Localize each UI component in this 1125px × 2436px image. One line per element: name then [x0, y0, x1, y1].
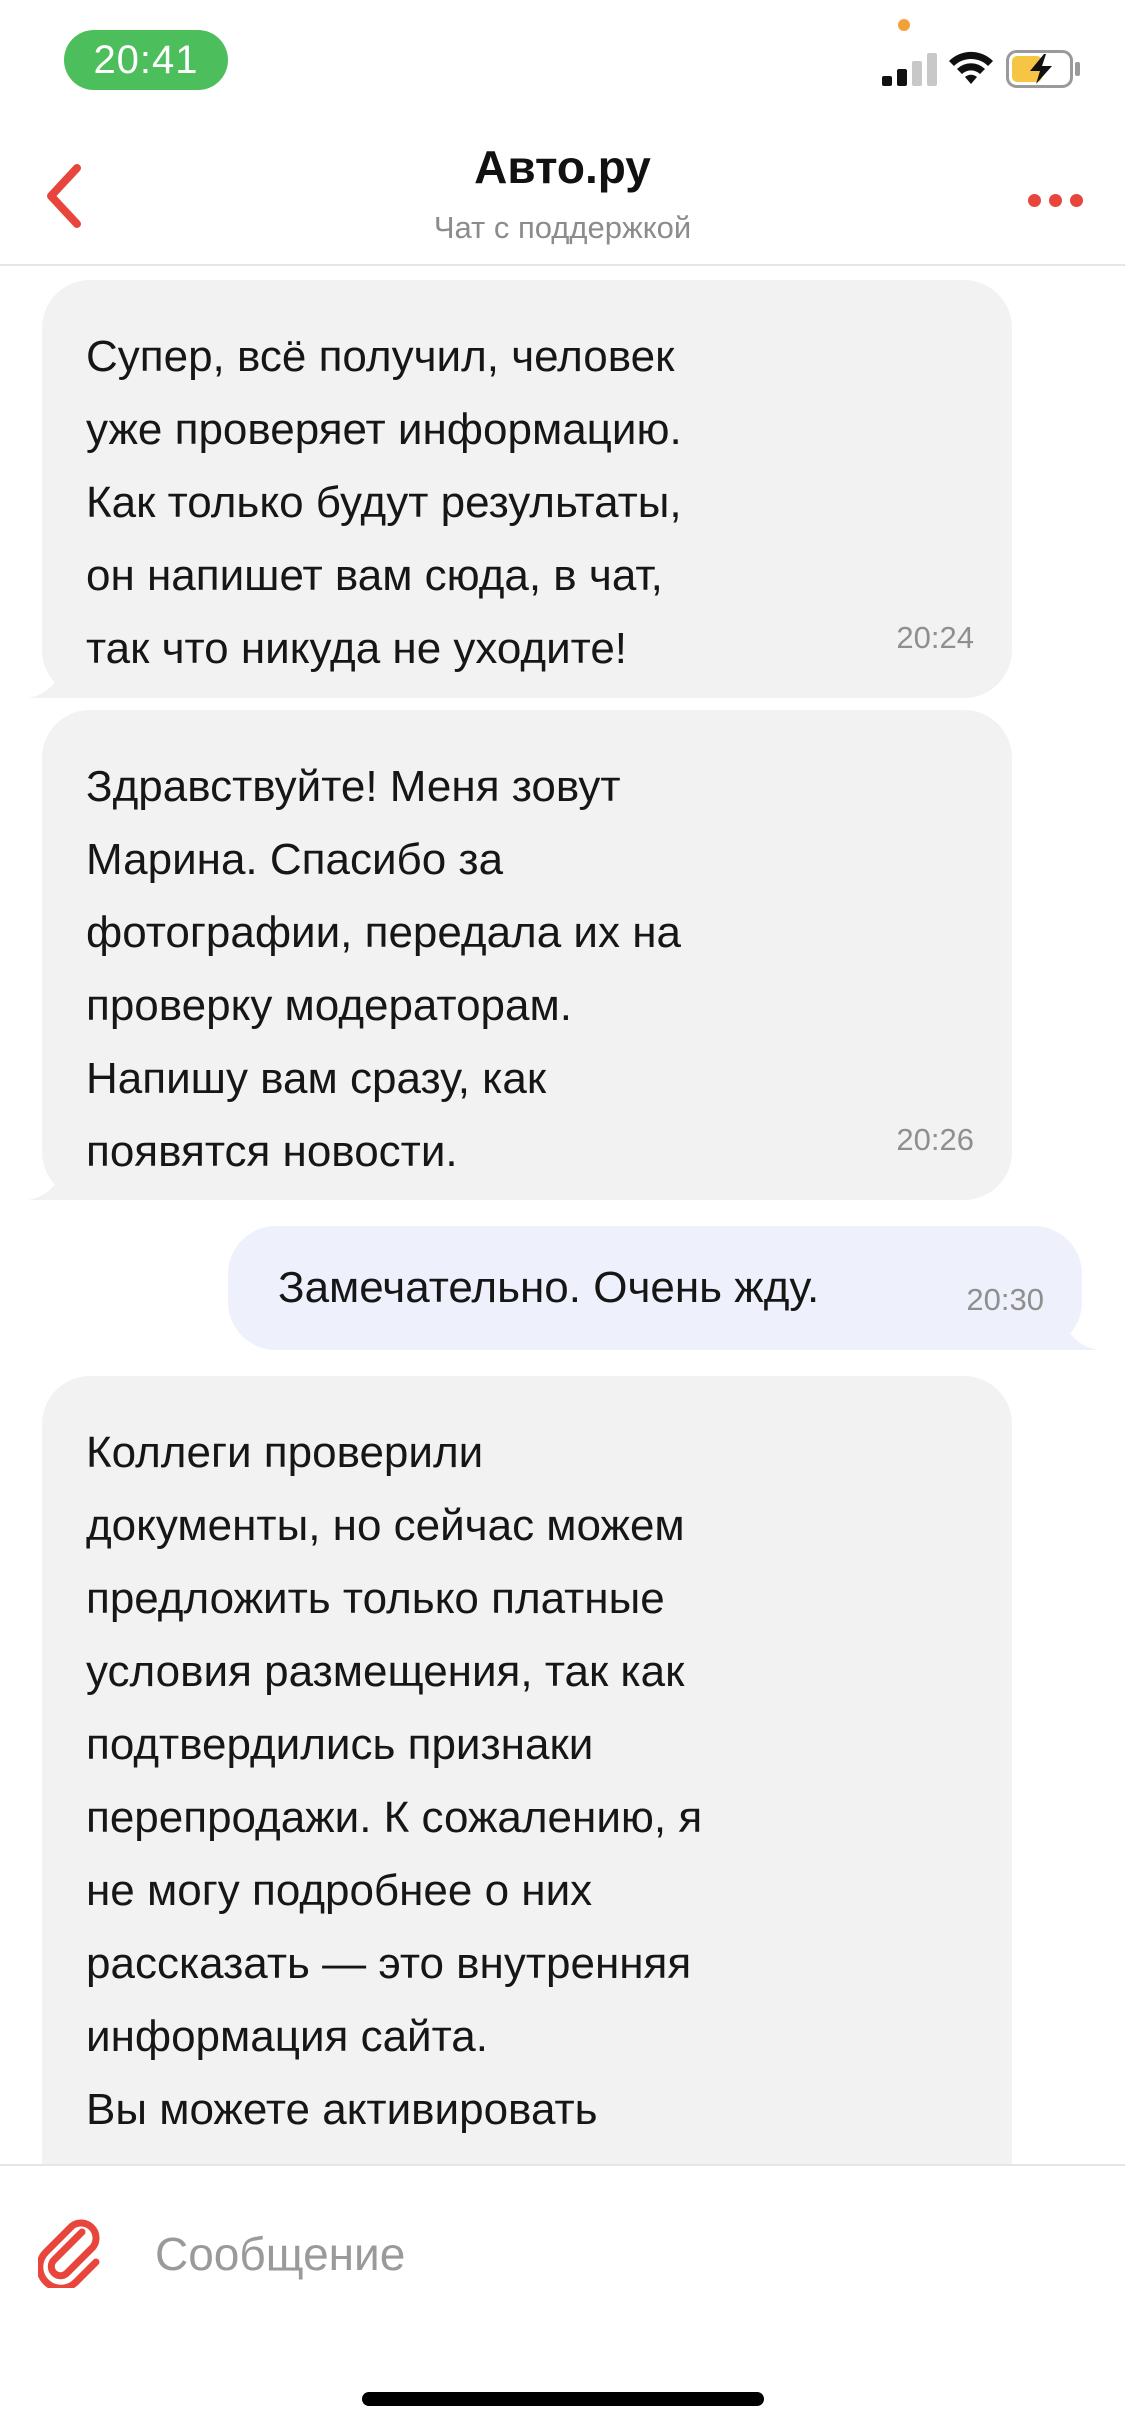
message-incoming: Коллеги проверили документы, но сейчас м… — [42, 1376, 1012, 2164]
message-bubble: Замечательно. Очень жду. 20:30 — [228, 1226, 1082, 1350]
message-outgoing: Замечательно. Очень жду. 20:30 — [228, 1226, 1098, 1350]
message-time: 20:24 — [896, 620, 974, 655]
chat-screen: 20:41 Авто.ру Чат с поддержкой Супер, вс… — [0, 0, 1125, 2436]
message-time: 20:26 — [896, 1122, 974, 1157]
message-incoming: Супер, всё получил, человек уже проверяе… — [28, 280, 1012, 698]
signal-icon — [882, 53, 937, 86]
status-time: 20:41 — [64, 30, 228, 90]
message-text: Супер, всё получил, человек уже проверяе… — [86, 332, 682, 673]
paperclip-icon[interactable] — [38, 2218, 104, 2288]
battery-charging-icon — [1006, 50, 1080, 88]
message-bubble: Здравствуйте! Меня зовут Марина. Спасибо… — [42, 710, 1012, 1200]
message-list[interactable]: Супер, всё получил, человек уже проверяе… — [0, 268, 1125, 2164]
chat-subtitle: Чат с поддержкой — [433, 210, 692, 245]
home-indicator[interactable] — [362, 2392, 764, 2406]
privacy-indicator-dot — [898, 19, 910, 31]
message-bubble: Коллеги проверили документы, но сейчас м… — [42, 1376, 1012, 2164]
message-incoming: Здравствуйте! Меня зовут Марина. Спасибо… — [28, 710, 1012, 1200]
chat-title: Авто.ру — [474, 141, 651, 193]
message-text: Замечательно. Очень жду. — [278, 1263, 820, 1312]
message-bubble: Супер, всё получил, человек уже проверяе… — [42, 280, 1012, 698]
more-dot — [1069, 193, 1083, 207]
message-text: Коллеги проверили документы, но сейчас м… — [86, 1428, 703, 2164]
more-button[interactable] — [1020, 180, 1090, 220]
more-dots-icon — [1027, 193, 1041, 207]
status-bar: 20:41 — [0, 0, 1125, 130]
message-text: Здравствуйте! Меня зовут Марина. Спасибо… — [86, 762, 681, 1176]
message-input[interactable] — [155, 2214, 1075, 2294]
message-time: 20:30 — [966, 1282, 1044, 1317]
chat-header: Авто.ру Чат с поддержкой — [0, 130, 1125, 266]
wifi-icon — [949, 51, 993, 84]
more-dot — [1048, 193, 1062, 207]
